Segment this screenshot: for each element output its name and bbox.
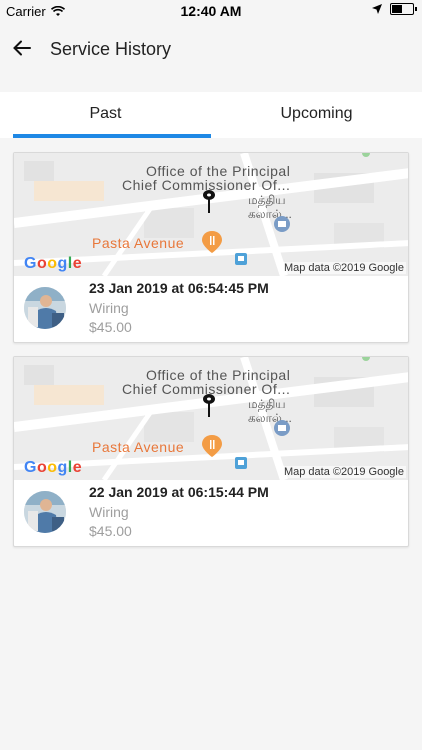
status-bar: Carrier 12:40 AM (0, 0, 422, 22)
restaurant-icon (202, 231, 222, 253)
restaurant-icon (202, 435, 222, 457)
tab-bar: Past Upcoming (0, 92, 422, 138)
location-arrow-icon (372, 4, 382, 14)
history-info: 23 Jan 2019 at 06:54:45 PM Wiring $45.00 (89, 280, 269, 335)
navigation-bar: Service History (0, 22, 422, 78)
back-button[interactable] (8, 34, 36, 62)
history-card[interactable]: Office of the Principal Chief Commission… (13, 356, 409, 547)
service-date: 23 Jan 2019 at 06:54:45 PM (89, 280, 269, 296)
google-logo: Google (24, 459, 83, 476)
service-price: $45.00 (89, 523, 132, 539)
service-price: $45.00 (89, 319, 132, 335)
service-type: Wiring (89, 504, 129, 520)
battery-icon (390, 3, 417, 15)
history-card[interactable]: Office of the Principal Chief Commission… (13, 152, 409, 343)
bus-stop-icon (235, 253, 247, 265)
map-thumbnail: Office of the Principal Chief Commission… (14, 357, 408, 480)
page-title: Service History (50, 39, 172, 59)
map-place-label: Pasta Avenue (92, 439, 185, 455)
service-type: Wiring (89, 300, 129, 316)
tab-upcoming[interactable]: Upcoming (211, 92, 422, 138)
service-date: 22 Jan 2019 at 06:15:44 PM (89, 484, 269, 500)
back-arrow-icon (13, 40, 31, 56)
bus-stop-icon (235, 457, 247, 469)
history-list: Office of the Principal Chief Commission… (13, 152, 409, 560)
tab-past[interactable]: Past (0, 92, 211, 138)
landmark-icon (274, 420, 290, 436)
map-pin-icon (203, 394, 215, 417)
technician-avatar (24, 491, 66, 533)
google-logo: Google (24, 255, 83, 272)
technician-avatar (24, 287, 66, 329)
landmark-icon (274, 216, 290, 232)
map-thumbnail: Office of the Principal Chief Commission… (14, 153, 408, 276)
status-time: 12:40 AM (180, 3, 242, 19)
history-info: 22 Jan 2019 at 06:15:44 PM Wiring $45.00 (89, 484, 269, 539)
map-place-label: Pasta Avenue (92, 235, 185, 251)
map-attribution: Map data ©2019 Google (281, 262, 406, 274)
map-pin-icon (203, 190, 215, 213)
map-attribution: Map data ©2019 Google (281, 466, 406, 478)
